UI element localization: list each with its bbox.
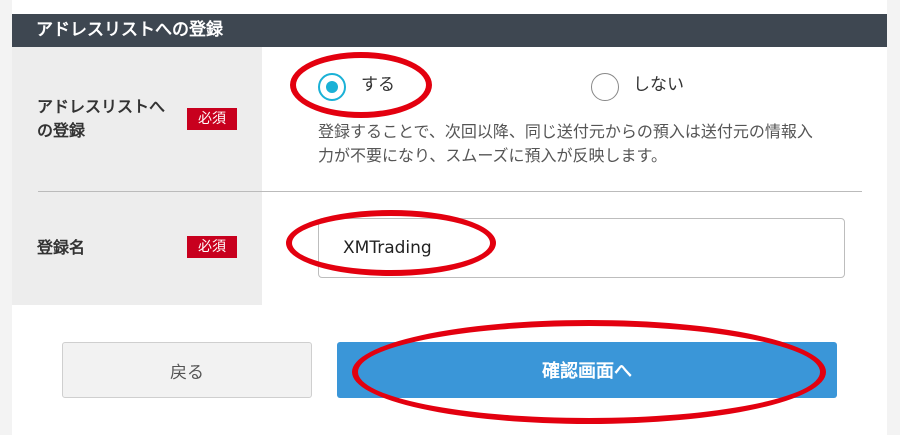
register-description-line2: 力が不要になり、スムーズに預入が反映します。 (318, 146, 667, 165)
radio-register-no-label[interactable]: しない (633, 73, 684, 97)
register-field-label-line2: の登録 (37, 121, 86, 140)
register-description-line1: 登録することで、次回以降、同じ送付元からの預入は送付元の情報入 (318, 122, 813, 141)
radio-register-no[interactable] (591, 73, 619, 101)
register-field-label: アドレスリストへ の登録 (37, 95, 165, 143)
required-badge: 必須 (187, 108, 237, 130)
row-divider (38, 191, 862, 192)
register-description: 登録することで、次回以降、同じ送付元からの預入は送付元の情報入 力が不要になり、… (318, 120, 873, 168)
section-header: アドレスリストへの登録 (12, 14, 887, 47)
register-field-label-line1: アドレスリストへ (37, 97, 166, 116)
required-badge: 必須 (187, 236, 237, 258)
page: アドレスリストへの登録 アドレスリストへ の登録 必須 する しない 登録するこ… (0, 0, 900, 435)
radio-register-yes-label[interactable]: する (361, 73, 395, 97)
label-column (12, 47, 262, 305)
registration-name-label: 登録名 (37, 238, 86, 257)
confirm-screen-button[interactable]: 確認画面へ (337, 342, 837, 398)
radio-register-yes[interactable] (318, 73, 346, 101)
registration-name-input[interactable] (318, 218, 845, 278)
back-button[interactable]: 戻る (62, 342, 312, 398)
